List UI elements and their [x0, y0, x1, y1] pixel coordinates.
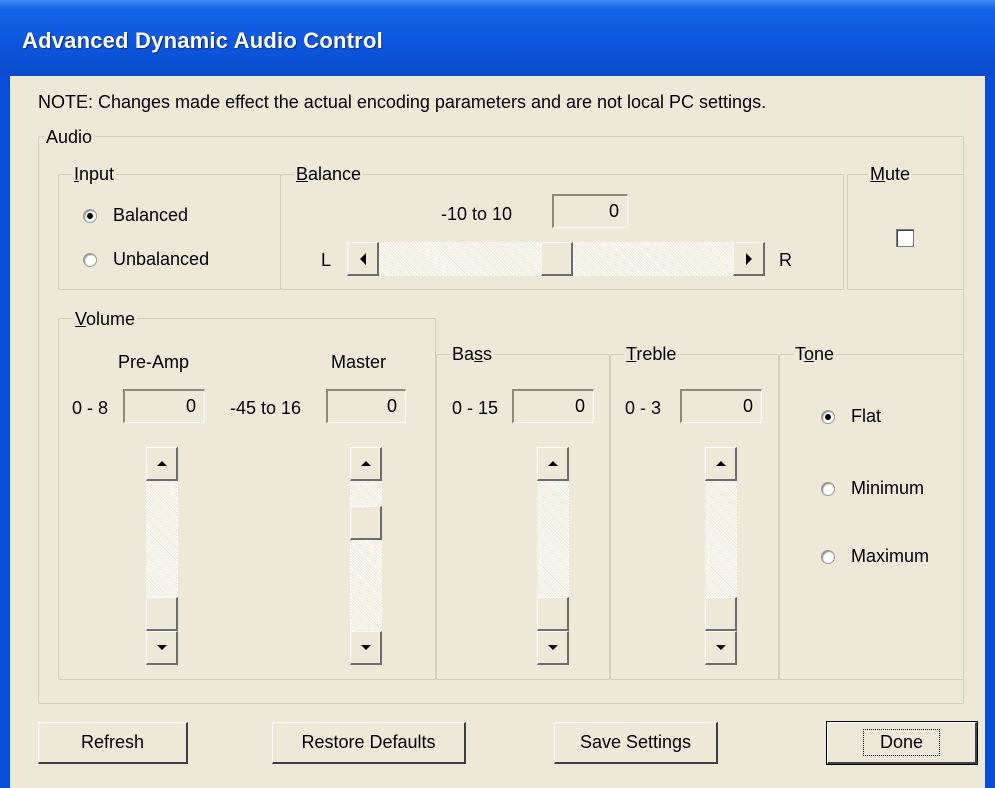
radio-tone-minimum-indicator [821, 481, 835, 496]
arrow-up-icon [547, 461, 558, 466]
master-value-field[interactable]: 0 [326, 389, 406, 423]
bass-slider[interactable] [537, 447, 569, 665]
treble-range-label: 0 - 3 [625, 398, 662, 418]
balance-group-label: Balance [294, 164, 364, 184]
preamp-scroll-down-button[interactable] [146, 631, 178, 665]
refresh-button[interactable]: Refresh [38, 722, 188, 764]
preamp-scroll-up-button[interactable] [146, 447, 178, 481]
master-slider[interactable] [350, 447, 382, 665]
treble-slider[interactable] [705, 447, 737, 665]
treble-scroll-up-button[interactable] [705, 447, 737, 481]
title-bar[interactable]: Advanced Dynamic Audio Control [0, 0, 995, 76]
master-scroll-down-button[interactable] [350, 631, 382, 665]
input-group-label: Input [72, 164, 117, 184]
master-range-label: -45 to 16 [230, 398, 302, 418]
window-title: Advanced Dynamic Audio Control [22, 28, 383, 53]
dialog-client-area: NOTE: Changes made effect the actual enc… [10, 76, 985, 788]
restore-defaults-button[interactable]: Restore Defaults [272, 722, 466, 764]
arrow-up-icon [156, 461, 167, 466]
preamp-range-label: 0 - 8 [72, 398, 109, 418]
done-button[interactable]: Done [826, 721, 978, 765]
preamp-title: Pre-Amp [118, 352, 190, 372]
preamp-value-field[interactable]: 0 [123, 389, 205, 423]
radio-balanced-indicator [83, 208, 97, 223]
radio-unbalanced[interactable]: Unbalanced [83, 249, 209, 270]
arrow-left-icon [359, 252, 366, 265]
bass-scroll-up-button[interactable] [537, 447, 569, 481]
arrow-down-icon [715, 645, 726, 650]
bass-slider-thumb[interactable] [537, 597, 569, 631]
tone-group-label: Tone [793, 344, 837, 364]
treble-value-field[interactable]: 0 [680, 389, 762, 423]
radio-balanced[interactable]: Balanced [83, 205, 188, 226]
arrow-right-icon [745, 252, 752, 265]
tone-group [779, 354, 964, 680]
treble-scroll-down-button[interactable] [705, 631, 737, 665]
balance-right-label: R [779, 250, 792, 270]
mute-checkbox[interactable] [896, 229, 914, 247]
bass-range-label: 0 - 15 [452, 398, 499, 418]
radio-tone-flat[interactable]: Flat [821, 406, 881, 427]
radio-balanced-label: Balanced [113, 205, 189, 225]
preamp-slider[interactable] [146, 447, 178, 665]
arrow-down-icon [547, 645, 558, 650]
mute-group-label: Mute [868, 164, 913, 184]
dialog-window: Advanced Dynamic Audio Control NOTE: Cha… [0, 0, 995, 788]
arrow-down-icon [156, 645, 167, 650]
master-title: Master [331, 352, 387, 372]
input-group [58, 174, 281, 290]
treble-slider-thumb[interactable] [705, 597, 737, 631]
master-slider-thumb[interactable] [350, 506, 382, 540]
bass-value-field[interactable]: 0 [512, 389, 594, 423]
note-text: NOTE: Changes made effect the actual enc… [38, 92, 767, 112]
arrow-down-icon [360, 645, 371, 650]
radio-unbalanced-label: Unbalanced [113, 249, 210, 269]
balance-scroll-left-button[interactable] [347, 242, 379, 276]
done-button-label: Done [862, 729, 941, 756]
bass-scroll-down-button[interactable] [537, 631, 569, 665]
balance-left-label: L [321, 250, 332, 270]
arrow-up-icon [360, 461, 371, 466]
balance-range-label: -10 to 10 [441, 204, 513, 224]
radio-tone-maximum[interactable]: Maximum [821, 546, 929, 567]
audio-group-label: Audio [44, 127, 95, 147]
bass-group-label: Bass [450, 344, 495, 364]
radio-tone-minimum[interactable]: Minimum [821, 478, 924, 499]
radio-tone-maximum-indicator [821, 549, 835, 564]
balance-value-field[interactable]: 0 [552, 194, 628, 228]
radio-tone-flat-label: Flat [851, 406, 882, 426]
radio-tone-maximum-label: Maximum [851, 546, 930, 566]
save-settings-button[interactable]: Save Settings [554, 722, 718, 764]
balance-slider[interactable] [347, 242, 765, 276]
radio-unbalanced-indicator [83, 252, 97, 267]
master-scroll-up-button[interactable] [350, 447, 382, 481]
radio-tone-minimum-label: Minimum [851, 478, 925, 498]
volume-group-label: Volume [73, 309, 138, 329]
treble-group-label: Treble [624, 344, 679, 364]
balance-scroll-right-button[interactable] [733, 242, 765, 276]
preamp-slider-thumb[interactable] [146, 597, 178, 631]
balance-slider-thumb[interactable] [541, 242, 573, 276]
arrow-up-icon [715, 461, 726, 466]
radio-tone-flat-indicator [821, 409, 835, 424]
